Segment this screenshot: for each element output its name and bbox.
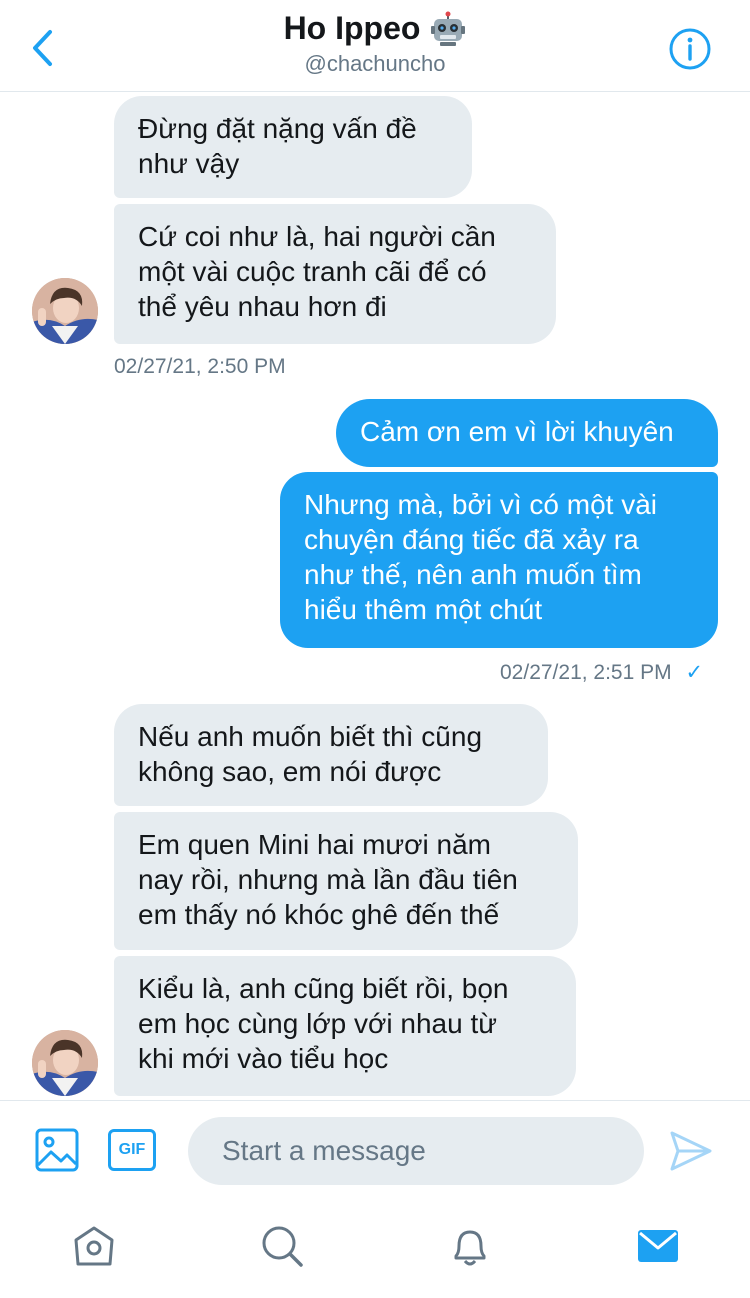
message-bubble-incoming[interactable]: Cứ coi như là, hai người cần một vài cuộ… <box>114 204 556 344</box>
send-button[interactable] <box>668 1129 714 1173</box>
message-bubble-incoming[interactable]: Đừng đặt nặng vấn đề như vậy <box>114 96 472 198</box>
message-text: Cứ coi như là, hai người cần một vài cuộ… <box>138 221 496 322</box>
contact-name: Ho Ippeo <box>283 10 421 46</box>
tab-notifications[interactable] <box>448 1224 492 1268</box>
back-button[interactable] <box>22 26 62 70</box>
read-receipt-icon: ✓ <box>685 661 704 684</box>
image-icon <box>35 1128 79 1172</box>
contact-handle: @chachuncho <box>304 51 446 76</box>
message-input-placeholder: Start a message <box>222 1135 426 1166</box>
conversation-title: Ho Ippeo <box>284 10 467 47</box>
message-composer: GIF Start a message <box>0 1100 750 1200</box>
avatar-photo <box>32 1030 98 1096</box>
tab-home[interactable] <box>72 1224 116 1268</box>
message-bubble-incoming[interactable]: Nếu anh muốn biết thì cũng không sao, em… <box>114 704 548 806</box>
info-button[interactable] <box>668 27 712 71</box>
message-bubble-incoming[interactable]: Kiểu là, anh cũng biết rồi, bọn em học c… <box>114 956 576 1096</box>
conversation-title-block[interactable]: Ho Ippeo @chachuncho <box>150 10 600 77</box>
message-bubble-incoming[interactable]: Em quen Mini hai mươi năm nay rồi, nhưng… <box>114 812 578 950</box>
message-text: Em quen Mini hai mươi năm nay rồi, nhưng… <box>138 829 518 930</box>
tab-search[interactable] <box>260 1224 304 1268</box>
mail-icon <box>638 1230 678 1262</box>
home-icon <box>74 1226 114 1266</box>
robot-emoji-icon <box>431 11 466 46</box>
conversation-header: Ho Ippeo @chachuncho <box>0 0 750 92</box>
chevron-left-icon <box>33 30 52 66</box>
bottom-tab-bar <box>0 1200 750 1298</box>
add-photo-button[interactable] <box>34 1127 80 1173</box>
message-text: Nhưng mà, bởi vì có một vài chuyện đáng … <box>304 489 658 625</box>
timestamp-text: 02/27/21, 2:51 PM <box>500 661 672 684</box>
message-text: Kiểu là, anh cũng biết rồi, bọn em học c… <box>138 973 509 1074</box>
message-text: Nếu anh muốn biết thì cũng không sao, em… <box>138 721 483 787</box>
info-icon <box>669 28 711 70</box>
message-text: Cảm ơn em vì lời khuyên <box>360 416 674 447</box>
message-bubble-outgoing[interactable]: Cảm ơn em vì lời khuyên <box>336 399 718 467</box>
message-text: Đừng đặt nặng vấn đề như vậy <box>138 113 417 179</box>
contact-avatar[interactable] <box>32 1030 98 1096</box>
search-icon <box>262 1226 303 1267</box>
avatar-photo <box>32 278 98 344</box>
message-timestamp: 02/27/21, 2:50 PM <box>114 355 286 378</box>
contact-avatar[interactable] <box>32 278 98 344</box>
gif-button[interactable]: GIF <box>108 1129 156 1171</box>
bell-icon <box>454 1230 486 1266</box>
tab-messages[interactable] <box>636 1224 680 1268</box>
gif-label: GIF <box>118 1141 146 1158</box>
message-input[interactable]: Start a message <box>188 1117 644 1185</box>
message-bubble-outgoing[interactable]: Nhưng mà, bởi vì có một vài chuyện đáng … <box>280 472 718 648</box>
send-icon <box>670 1131 712 1171</box>
message-timestamp: 02/27/21, 2:51 PM ✓ <box>500 660 720 685</box>
